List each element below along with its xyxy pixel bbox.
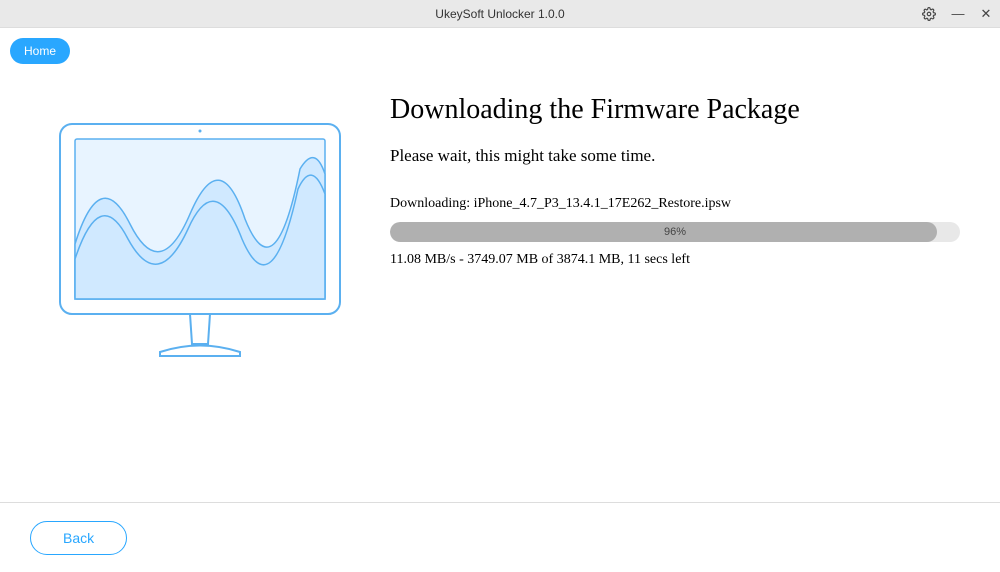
minimize-icon[interactable]: — bbox=[950, 6, 966, 21]
tab-row: Home bbox=[0, 28, 1000, 64]
device-illustration bbox=[30, 94, 370, 374]
title-bar: UkeySoft Unlocker 1.0.0 — ✕ bbox=[0, 0, 1000, 28]
page-title: Downloading the Firmware Package bbox=[390, 94, 970, 126]
settings-icon[interactable] bbox=[922, 7, 938, 21]
window-controls: — ✕ bbox=[922, 0, 994, 27]
progress-percent-label: 96% bbox=[390, 222, 960, 242]
app-title: UkeySoft Unlocker 1.0.0 bbox=[435, 7, 564, 21]
close-icon[interactable]: ✕ bbox=[978, 6, 994, 22]
page-subtitle: Please wait, this might take some time. bbox=[390, 146, 970, 166]
content-panel: Downloading the Firmware Package Please … bbox=[370, 94, 970, 374]
download-stats: 11.08 MB/s - 3749.07 MB of 3874.1 MB, 11… bbox=[390, 252, 970, 268]
home-tab[interactable]: Home bbox=[10, 38, 70, 64]
progress-bar: 96% bbox=[390, 222, 960, 242]
footer: Back bbox=[0, 502, 1000, 572]
main-content: Downloading the Firmware Package Please … bbox=[0, 64, 1000, 374]
download-filename: Downloading: iPhone_4.7_P3_13.4.1_17E262… bbox=[390, 196, 970, 212]
back-button[interactable]: Back bbox=[30, 521, 127, 555]
